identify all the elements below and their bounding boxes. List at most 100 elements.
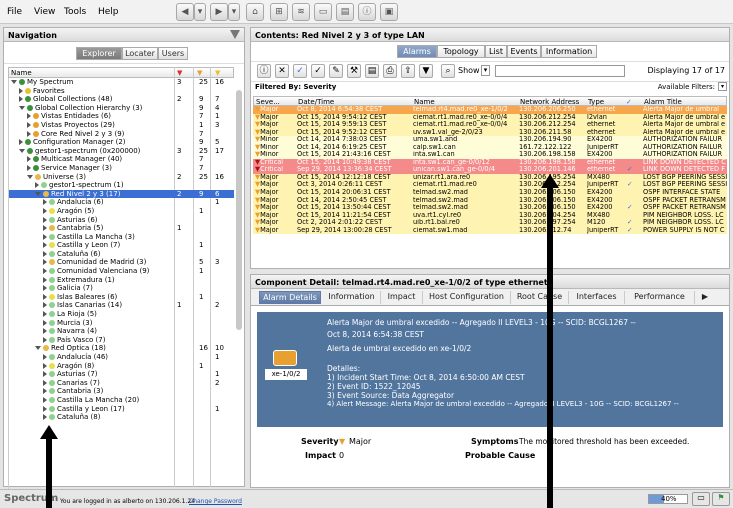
pin-icon[interactable] <box>230 30 240 39</box>
tree-item[interactable]: Multicast Manager (40) 7 <box>9 155 234 164</box>
tree-item[interactable]: Red Optica (18) 16 10 <box>9 344 234 353</box>
header-acknowledged-icon[interactable]: ✓ <box>626 98 632 106</box>
search-icon[interactable]: ⌕ <box>441 64 455 78</box>
collapsed-icon[interactable] <box>43 250 47 257</box>
tree-item[interactable]: Red Nivel 2 y 3 (17) 2 9 6 <box>9 189 234 199</box>
tree-item[interactable]: Universe (3) 2 25 16 <box>9 173 234 182</box>
critical-column-icon[interactable]: ▼ <box>177 69 182 77</box>
report-icon[interactable]: ▤ <box>365 64 379 78</box>
alarm-row[interactable]: ▼Critical Oct 15, 2014 10:49:38 CEST inta.… <box>253 158 727 167</box>
tree-item[interactable]: Andalucía (6) 1 <box>9 198 234 207</box>
tree-item[interactable]: Vistas Entidades (6) 7 1 <box>9 112 234 121</box>
expanded-icon[interactable] <box>35 346 41 351</box>
alarm-row[interactable]: ▼Minor Oct 14, 2014 7:38:03 CEST uma.sw1.a… <box>253 136 727 144</box>
tab-interfaces[interactable]: Interfaces <box>569 291 625 304</box>
tree-item[interactable]: gestor1-spectrum (0x200000) 3 25 17 <box>9 147 234 156</box>
tree-item[interactable]: Cataluña (8) <box>9 413 234 422</box>
expanded-icon[interactable] <box>19 148 25 153</box>
tree-item[interactable]: Global Collection Hierarchy (3) 9 4 <box>9 104 234 113</box>
header-name[interactable]: Name <box>414 98 435 106</box>
info-icon[interactable]: ⓘ <box>358 3 376 21</box>
major-column-icon[interactable]: ▼ <box>197 69 202 77</box>
tree-item[interactable]: Castilla La Mancha (20) <box>9 396 234 405</box>
forward-dropdown-icon[interactable]: ▾ <box>228 3 240 21</box>
tree-item[interactable]: Comunidad de Madrid (3) 5 3 <box>9 258 234 267</box>
tab-list[interactable]: List <box>485 45 507 58</box>
tree-item[interactable]: Extremadura (1) <box>9 276 234 285</box>
collapsed-icon[interactable] <box>43 396 47 403</box>
alarm-row[interactable]: ▼Major Oct 8, 2014 6:54:38 CEST telmad.rt4… <box>253 106 727 114</box>
tree-item[interactable]: Castilla La Mancha (3) <box>9 233 234 242</box>
tab-locater[interactable]: Locater <box>122 47 158 60</box>
alarm-row[interactable]: ▼Minor Oct 15, 2014 21:43:16 CEST inta.sw1… <box>253 151 727 159</box>
menu-view[interactable]: View <box>34 7 55 17</box>
header-type[interactable]: Type <box>588 98 604 106</box>
collapsed-icon[interactable] <box>19 139 23 146</box>
tree-item[interactable]: País Vasco (7) <box>9 336 234 345</box>
alarm-row[interactable]: ▼Major Oct 15, 2014 9:52:12 CEST uv.sw1.va… <box>253 128 727 137</box>
collapsed-icon[interactable] <box>43 328 47 335</box>
alarm-row[interactable]: ▼Major Oct 15, 2014 12:12:18 CEST unizar.r… <box>253 173 727 182</box>
collapsed-icon[interactable] <box>43 371 47 378</box>
collapsed-icon[interactable] <box>43 225 47 232</box>
tree-item[interactable]: Asturias (6) <box>9 216 234 225</box>
tree-item[interactable]: Murcia (3) <box>9 319 234 328</box>
show-dropdown-icon[interactable]: ▾ <box>481 65 490 76</box>
tree-item[interactable]: Galicia (7) <box>9 284 234 293</box>
collapsed-icon[interactable] <box>43 414 47 421</box>
alarm-row[interactable]: ▼Major Oct 15, 2014 13:50:44 CEST telmad.s… <box>253 204 727 212</box>
collapsed-icon[interactable] <box>43 388 47 395</box>
tree-item[interactable]: Cantabria (3) <box>9 387 234 396</box>
tree-item[interactable]: Navarra (4) <box>9 327 234 336</box>
tree-item[interactable]: Asturias (7) 1 <box>9 370 234 379</box>
chat-icon[interactable]: ▭ <box>692 492 710 506</box>
collapsed-icon[interactable] <box>43 354 47 360</box>
collapsed-icon[interactable] <box>27 156 31 163</box>
filter-icon[interactable]: ▼ <box>419 64 433 78</box>
tree-item[interactable]: La Rioja (5) <box>9 310 234 319</box>
collapsed-icon[interactable] <box>43 319 47 326</box>
change-password-link[interactable]: Change Password <box>189 498 242 505</box>
collapsed-icon[interactable] <box>43 233 47 240</box>
collapsed-icon[interactable] <box>43 336 47 343</box>
header-alarm-title[interactable]: Alarm Title <box>644 98 682 106</box>
tab-explorer[interactable]: Explorer <box>76 47 122 60</box>
tab-alarms[interactable]: Alarms <box>397 45 437 58</box>
collapsed-icon[interactable] <box>43 259 47 266</box>
collapsed-icon[interactable] <box>43 293 47 300</box>
expanded-icon[interactable] <box>11 80 17 84</box>
collapsed-icon[interactable] <box>43 268 47 275</box>
tab-information[interactable]: Information <box>541 45 597 58</box>
collapsed-icon[interactable] <box>43 302 47 309</box>
tree-item[interactable]: Aragón (5) 1 <box>9 207 234 216</box>
tab-alarm-details[interactable]: Alarm Details <box>259 291 321 304</box>
tree-item[interactable]: Castilla y Leon (7) 1 <box>9 241 234 250</box>
alarm-row[interactable]: ▼Major Oct 15, 2014 9:59:13 CEST ciemat.rt… <box>253 121 727 129</box>
tree-item[interactable]: Aragón (8) 1 <box>9 362 234 371</box>
filters-dropdown-icon[interactable]: ▾ <box>718 82 727 91</box>
tab-impact[interactable]: Impact <box>381 291 423 304</box>
header-datetime[interactable]: Date/Time <box>298 98 334 106</box>
server-icon[interactable]: ▤ <box>336 3 354 21</box>
collapsed-icon[interactable] <box>43 285 47 292</box>
collapsed-icon[interactable] <box>27 121 31 128</box>
network-icon[interactable]: ⊞ <box>270 3 288 21</box>
tab-root-cause[interactable]: Root Cause <box>511 291 569 304</box>
alarm-info-icon[interactable]: ⓘ <box>257 64 271 78</box>
expanded-icon[interactable] <box>19 105 25 110</box>
back-icon[interactable]: ◀ <box>176 3 194 21</box>
menu-tools[interactable]: Tools <box>64 7 86 17</box>
unacknowledge-icon[interactable]: ✓ <box>311 64 325 78</box>
tree-item[interactable]: Global Collections (48) 2 9 7 <box>9 95 234 104</box>
tree-item[interactable]: Service Manager (3) 7 <box>9 164 234 173</box>
tab-performance[interactable]: Performance <box>625 291 695 304</box>
menu-file[interactable]: File <box>7 7 22 17</box>
alarm-row[interactable]: ▼Major Sep 29, 2014 13:00:28 CEST ciemat.s… <box>253 226 727 235</box>
tool-icon[interactable]: ⚒ <box>347 64 361 78</box>
collapsed-icon[interactable] <box>43 242 47 249</box>
collapsed-icon[interactable] <box>43 199 47 206</box>
collapsed-icon[interactable] <box>43 276 47 283</box>
device-icon[interactable]: ▣ <box>380 3 398 21</box>
alarm-status-icon[interactable]: ⚑ <box>712 492 730 506</box>
collapsed-icon[interactable] <box>43 311 47 318</box>
